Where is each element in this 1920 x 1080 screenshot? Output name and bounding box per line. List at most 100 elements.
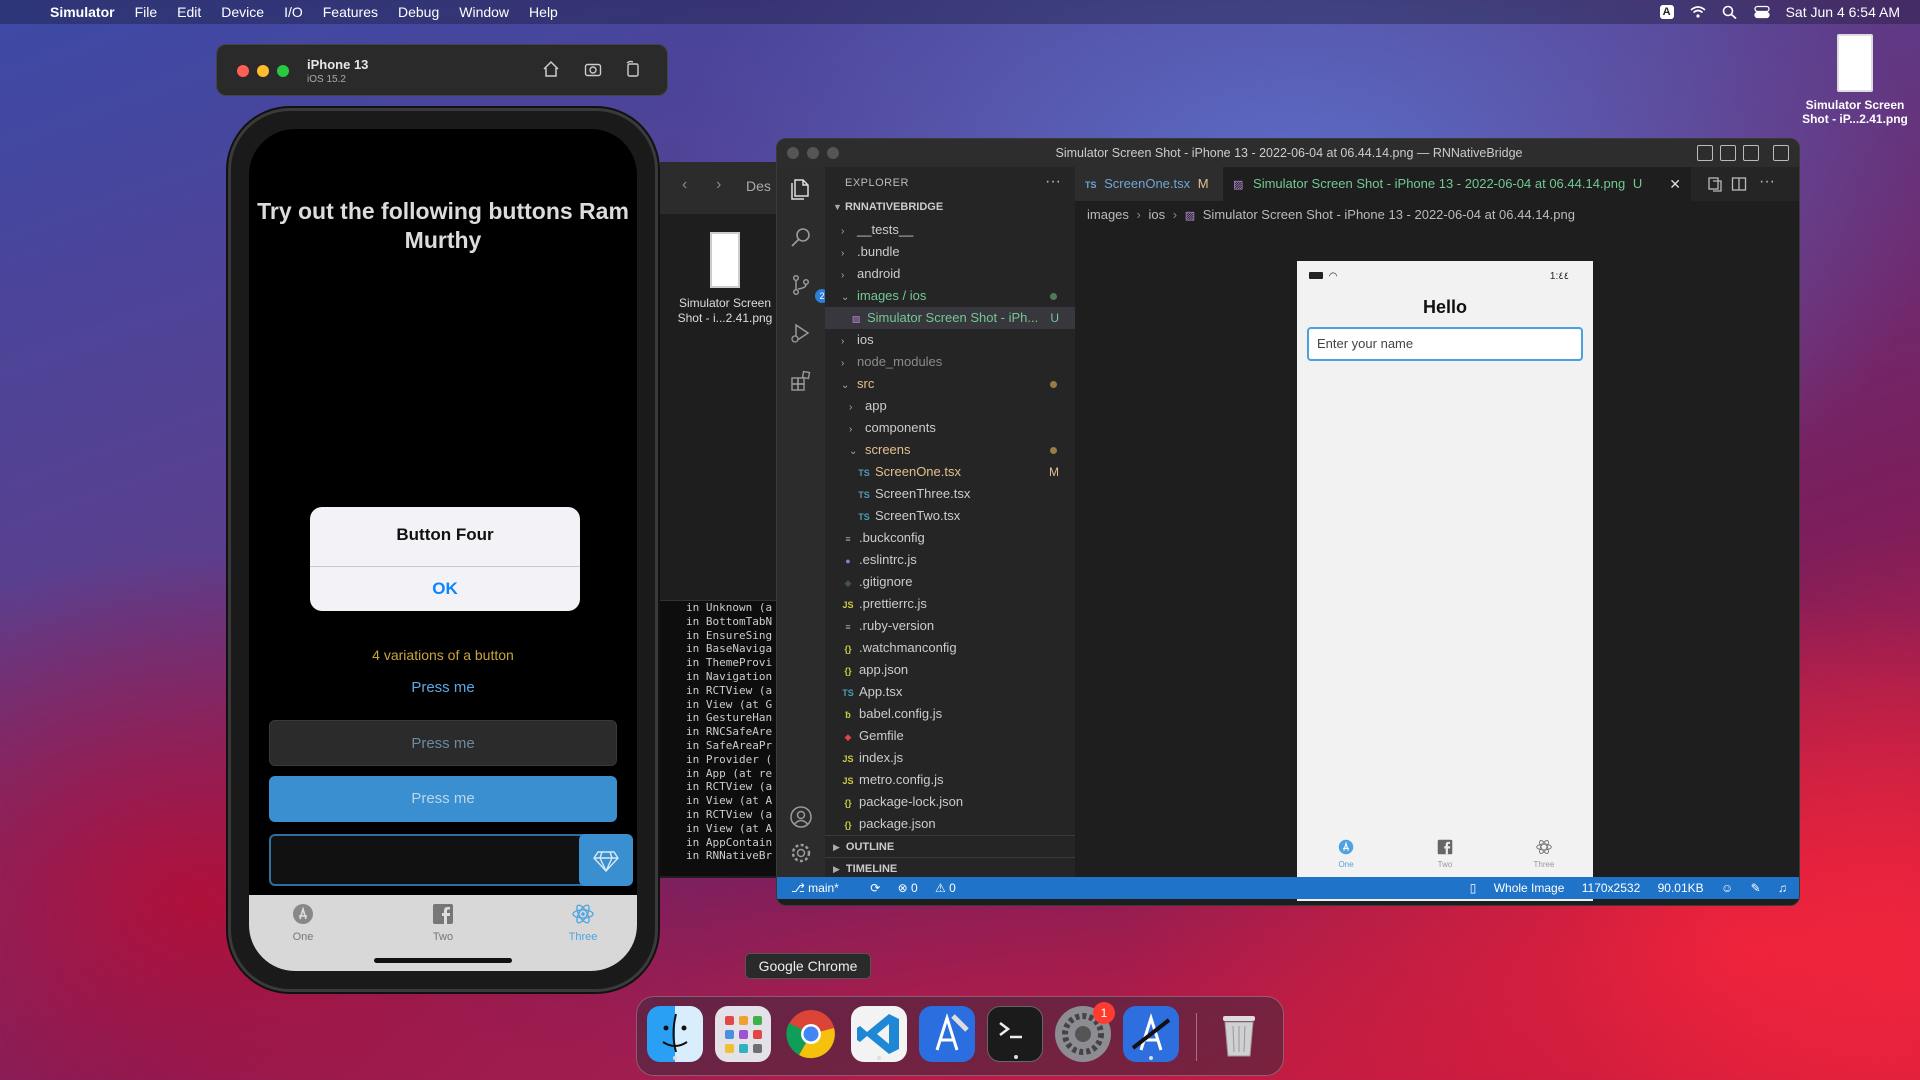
- tree-folder[interactable]: › ios: [825, 329, 1075, 351]
- tree-folder[interactable]: ⌄ images / ios: [825, 285, 1075, 307]
- press-me-blue-button[interactable]: Press me: [269, 776, 617, 822]
- search-icon[interactable]: [1722, 5, 1738, 20]
- accounts-icon[interactable]: [789, 805, 813, 829]
- breadcrumb-ios[interactable]: ios: [1149, 207, 1166, 222]
- tree-folder[interactable]: › .bundle: [825, 241, 1075, 263]
- forward-icon[interactable]: ›: [716, 176, 721, 194]
- launchpad-icon[interactable]: [715, 1006, 771, 1062]
- problems-indicator[interactable]: ⊗ 0 ⚠ 0: [898, 881, 970, 895]
- close-button[interactable]: [787, 147, 799, 159]
- tree-file[interactable]: {} app.json: [825, 659, 1075, 681]
- split-editor-icon[interactable]: [1731, 176, 1747, 192]
- tree-file[interactable]: TS App.tsx: [825, 681, 1075, 703]
- wifi-icon[interactable]: [1690, 5, 1706, 19]
- simulator-beta-icon[interactable]: [1123, 1006, 1179, 1062]
- press-me-link-button[interactable]: Press me: [249, 679, 637, 696]
- desktop-file[interactable]: Simulator Screen Shot - iP...2.41.png: [1790, 34, 1920, 126]
- tree-file[interactable]: TS ScreenTwo.tsx: [825, 505, 1075, 527]
- toggle-panel-icon[interactable]: [1720, 145, 1736, 161]
- editor-more-icon[interactable]: ···: [1759, 173, 1775, 191]
- zoom-button[interactable]: [827, 147, 839, 159]
- explorer-icon[interactable]: [789, 177, 813, 201]
- copilot-icon[interactable]: ☺: [1721, 881, 1733, 895]
- press-me-dark-button[interactable]: Press me: [269, 720, 617, 766]
- project-folder[interactable]: ▼ RNNATIVEBRIDGE: [833, 201, 943, 213]
- toggle-sidebar-icon[interactable]: [1697, 145, 1713, 161]
- tree-file[interactable]: JS metro.config.js: [825, 769, 1075, 791]
- menu-debug[interactable]: Debug: [398, 4, 439, 20]
- settings-gear-icon[interactable]: [789, 841, 813, 865]
- tree-file[interactable]: ● .eslintrc.js: [825, 549, 1075, 571]
- timeline-section[interactable]: ▶ TIMELINE: [825, 857, 1075, 879]
- tree-folder[interactable]: › android: [825, 263, 1075, 285]
- back-icon[interactable]: ‹: [682, 176, 687, 194]
- chrome-icon[interactable]: [783, 1006, 839, 1062]
- apple-menu-icon[interactable]: [18, 3, 36, 21]
- tab-one[interactable]: One: [263, 903, 343, 943]
- source-control-icon[interactable]: 2: [789, 273, 829, 303]
- trash-icon[interactable]: [1211, 1006, 1267, 1062]
- tree-file[interactable]: ◆ .gitignore: [825, 571, 1075, 593]
- screenshot-icon[interactable]: [583, 60, 603, 80]
- tree-file[interactable]: ▨ Simulator Screen Shot - iPh... U: [825, 307, 1075, 329]
- vscode-icon[interactable]: [851, 1006, 907, 1062]
- close-button[interactable]: [237, 65, 249, 77]
- menu-features[interactable]: Features: [323, 4, 378, 20]
- extensions-icon[interactable]: [789, 369, 813, 393]
- tree-file[interactable]: TS ScreenThree.tsx: [825, 483, 1075, 505]
- tree-file[interactable]: ◆ Gemfile: [825, 725, 1075, 747]
- toggle-secondary-sidebar-icon[interactable]: [1743, 145, 1759, 161]
- finder-file[interactable]: Simulator Screen Shot - i...2.41.png: [670, 232, 780, 326]
- tab-screenone[interactable]: TS ScreenOne.tsx M: [1075, 167, 1223, 201]
- tab-two[interactable]: Two: [403, 903, 483, 943]
- menubar-datetime[interactable]: Sat Jun 4 6:54 AM: [1786, 4, 1900, 20]
- text-input[interactable]: [269, 834, 617, 886]
- tree-file[interactable]: ≡ .buckconfig: [825, 527, 1075, 549]
- run-debug-icon[interactable]: [789, 321, 813, 345]
- zoom-button[interactable]: [277, 65, 289, 77]
- control-center-icon[interactable]: [1753, 5, 1770, 19]
- breadcrumb-file[interactable]: Simulator Screen Shot - iPhone 13 - 2022…: [1203, 207, 1575, 222]
- search-icon[interactable]: [789, 225, 813, 249]
- minimize-button[interactable]: [257, 65, 269, 77]
- menu-io[interactable]: I/O: [284, 4, 303, 20]
- home-indicator[interactable]: [374, 958, 512, 963]
- tree-folder[interactable]: › app: [825, 395, 1075, 417]
- tree-file[interactable]: {} package-lock.json: [825, 791, 1075, 813]
- tree-file[interactable]: ≡ .ruby-version: [825, 615, 1075, 637]
- more-actions-icon[interactable]: ···: [1045, 173, 1061, 191]
- branch-indicator[interactable]: ⎇ main*: [791, 881, 853, 895]
- tree-folder[interactable]: › components: [825, 417, 1075, 439]
- notifications-bell-icon[interactable]: ♫: [1778, 881, 1787, 895]
- tree-folder[interactable]: ⌄ screens: [825, 439, 1075, 461]
- menu-edit[interactable]: Edit: [177, 4, 201, 20]
- home-icon[interactable]: [541, 60, 561, 80]
- customize-layout-icon[interactable]: [1773, 145, 1789, 161]
- close-tab-icon[interactable]: ✕: [1669, 167, 1681, 201]
- tree-file[interactable]: JS .prettierrc.js: [825, 593, 1075, 615]
- tab-three[interactable]: Three: [543, 903, 623, 943]
- tab-simulator-screenshot[interactable]: ▨ Simulator Screen Shot - iPhone 13 - 20…: [1223, 167, 1691, 201]
- menu-window[interactable]: Window: [459, 4, 509, 20]
- menu-file[interactable]: File: [135, 4, 158, 20]
- tree-folder[interactable]: › __tests__: [825, 219, 1075, 241]
- tree-file[interactable]: ƀ babel.config.js: [825, 703, 1075, 725]
- tree-folder[interactable]: ⌄ src: [825, 373, 1075, 395]
- rotate-icon[interactable]: [623, 60, 643, 80]
- menu-app-name[interactable]: Simulator: [50, 4, 115, 20]
- open-changes-icon[interactable]: [1707, 176, 1723, 192]
- tree-file[interactable]: JS index.js: [825, 747, 1075, 769]
- tree-file[interactable]: TS ScreenOne.tsx M: [825, 461, 1075, 483]
- breadcrumb-images[interactable]: images: [1087, 207, 1129, 222]
- input-source-icon[interactable]: A: [1659, 5, 1674, 19]
- minimize-button[interactable]: [807, 147, 819, 159]
- menu-help[interactable]: Help: [529, 4, 558, 20]
- tree-folder[interactable]: › node_modules: [825, 351, 1075, 373]
- diamond-button[interactable]: [579, 834, 633, 886]
- alert-ok-button[interactable]: OK: [310, 566, 580, 611]
- feedback-icon[interactable]: ✎: [1751, 881, 1761, 895]
- tree-file[interactable]: {} package.json: [825, 813, 1075, 835]
- sync-icon[interactable]: ⟳: [870, 881, 880, 895]
- xcode-beta-icon[interactable]: [919, 1006, 975, 1062]
- terminal-icon[interactable]: [987, 1006, 1043, 1062]
